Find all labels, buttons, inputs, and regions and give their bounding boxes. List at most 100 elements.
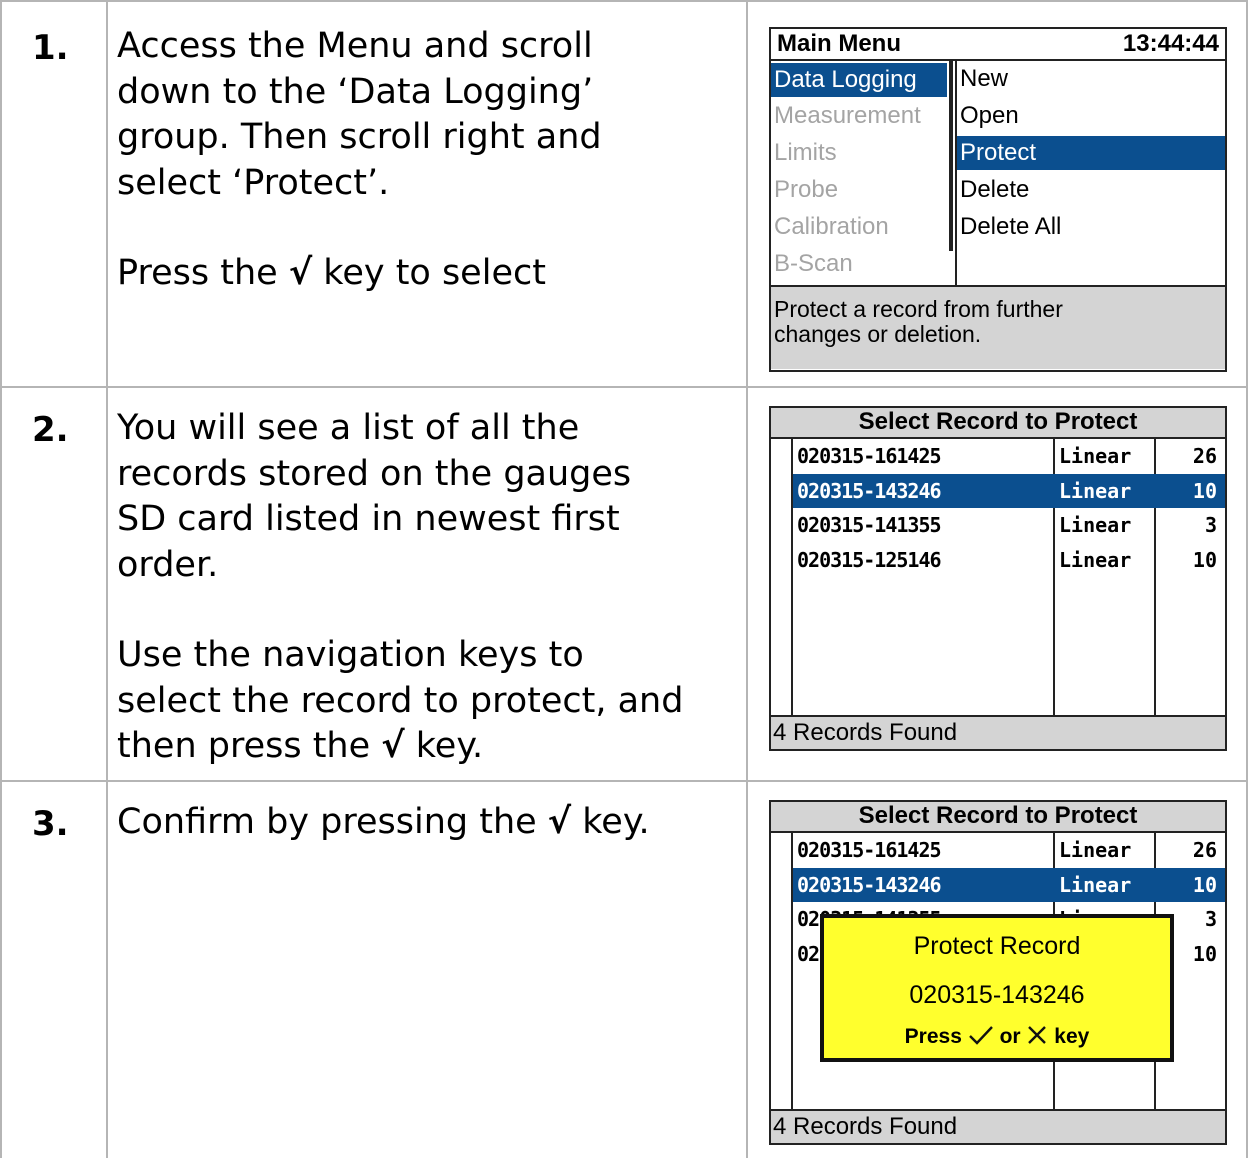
cross-icon [1028,1026,1047,1044]
step-2-line: select the record to protect, and [117,680,684,721]
dialog-key-label: key [1054,1025,1090,1048]
row-divider-1 [0,386,1248,388]
step-2-text: You will see a list of all the records s… [117,406,742,770]
step-1-line: down to the ‘Data Logging’ [117,71,594,112]
records-found-status: 4 Records Found [771,715,1225,749]
main-menu-screen: Main Menu 13:44:44 Data Logging Measurem… [769,27,1227,372]
menu-group-list: Data Logging Measurement Limits Probe Ca… [771,61,953,285]
step-2-line: order. [117,544,219,585]
menu-group-data-logging[interactable]: Data Logging [771,63,947,97]
step-number-3: 3. [32,804,69,844]
menu-sub-open[interactable]: Open [957,99,1225,133]
step-3-post: key. [571,802,650,842]
menu-sub-delete-all[interactable]: Delete All [957,210,1225,244]
record-type: Linear [1059,838,1132,862]
menu-sub-delete[interactable]: Delete [957,173,1225,207]
menu-group-probe[interactable]: Probe [771,173,947,207]
step-1-line: group. Then scroll right and [117,117,602,157]
step-3-text: Confirm by pressing the √ key. [117,800,742,846]
step-1-press-pre: Press the [117,253,289,293]
record-count: 3 [1204,513,1217,537]
table-divider-number [106,0,108,1158]
record-row[interactable]: 020315-125146 Linear 10 [793,543,1225,577]
check-key-symbol: √ [381,726,405,766]
step-1-text: Access the Menu and scroll down to the ‘… [117,24,742,297]
menu-group-calibration[interactable]: Calibration [771,210,947,244]
record-count: 3 [1204,907,1217,931]
dialog-record-id: 020315-143246 [909,981,1085,1009]
step-2-line: Use the navigation keys to [117,635,584,675]
check-key-symbol: √ [547,802,572,842]
table-border-top [0,0,1248,2]
record-row[interactable]: 020315-161425 Linear 26 [793,439,1225,473]
menu-group-measurement[interactable]: Measurement [771,99,947,133]
record-type: Linear [1059,444,1132,468]
menu-scrollbar-thumb[interactable] [949,61,953,251]
record-count: 10 [1192,479,1217,503]
record-type: Linear [1059,548,1132,572]
record-count: 10 [1192,873,1217,897]
menu-sub-protect[interactable]: Protect [957,136,1225,170]
record-list-screen: Select Record to Protect 020315-161425 L… [769,406,1227,751]
step-3-line: Confirm by pressing the √ key. [117,800,742,846]
menu-group-limits[interactable]: Limits [771,136,947,170]
record-id: 020315-161425 [797,838,942,862]
step-number-1: 1. [32,28,69,68]
menu-group-b-scan[interactable]: B-Scan [771,247,947,281]
menu-sub-new[interactable]: New [957,62,1225,96]
step-1-line: Access the Menu and scroll [117,26,593,66]
table-divider-image [746,0,748,1158]
step-2-press-post: key. [404,726,484,766]
record-list-title: Select Record to Protect [771,802,1225,833]
record-list-body: 020315-161425 Linear 26 020315-143246 Li… [771,833,1225,1111]
record-count: 26 [1192,838,1217,862]
step-number-2: 2. [32,410,69,450]
record-id: 020315-141355 [797,513,942,537]
step-2-line: SD card listed in newest first [117,499,620,539]
main-menu-title: Main Menu [777,30,901,57]
record-count: 10 [1192,548,1217,572]
step-1-line: select ‘Protect’. [117,162,390,203]
record-id: 020315-143246 [797,479,942,503]
step-1-press-line: Press the √ key to select [117,251,742,297]
record-type: Linear [1059,873,1132,897]
check-key-symbol: √ [288,253,313,293]
table-border-left [0,0,2,1158]
record-list-title: Select Record to Protect [771,408,1225,439]
help-line: Protect a record from further [774,296,1063,322]
step-2-line: You will see a list of all the [117,408,580,448]
step-2-press-line: then press the √ key. [117,724,742,770]
record-count: 10 [1192,942,1217,966]
instruction-table: 1. Access the Menu and scroll down to th… [0,0,1248,1158]
record-row[interactable]: 020315-141355 Linear 3 [793,508,1225,542]
step-2-press-pre: then press the [117,726,382,766]
help-line: changes or deletion. [774,321,982,347]
main-menu-title-bar: Main Menu 13:44:44 [771,29,1225,61]
record-type: Linear [1059,513,1132,537]
check-icon [968,1026,993,1045]
record-type: Linear [1059,479,1132,503]
row-divider-2 [0,780,1248,782]
record-row-selected[interactable]: 020315-143246 Linear 10 [793,868,1225,902]
record-list-body: 020315-161425 Linear 26 020315-143246 Li… [771,439,1225,717]
dialog-or-label: or [999,1025,1021,1048]
record-id: 020315-143246 [797,873,942,897]
dialog-instruction: Press or key [824,1024,1170,1049]
menu-sub-list: New Open Protect Delete Delete All [955,61,1225,285]
menu-help-text: Protect a record from further changes or… [771,285,1225,369]
clock: 13:44:44 [1122,30,1219,57]
confirm-screen: Select Record to Protect 020315-161425 L… [769,800,1227,1145]
dialog-press-label: Press [904,1025,962,1048]
record-id: 020315-161425 [797,444,942,468]
menu-scrollbar[interactable] [949,61,953,285]
record-row[interactable]: 020315-161425 Linear 26 [793,833,1225,867]
step-3-pre: Confirm by pressing the [117,802,548,842]
record-id: 020315-125146 [797,548,942,572]
protect-record-dialog[interactable]: Protect Record 020315-143246 Press or ke… [820,914,1174,1062]
records-found-status: 4 Records Found [771,1109,1225,1143]
step-1-press-post: key to select [312,253,546,293]
step-2-line: records stored on the gauges [117,453,632,494]
record-row-selected[interactable]: 020315-143246 Linear 10 [793,474,1225,508]
record-count: 26 [1192,444,1217,468]
dialog-title: Protect Record [913,932,1081,960]
